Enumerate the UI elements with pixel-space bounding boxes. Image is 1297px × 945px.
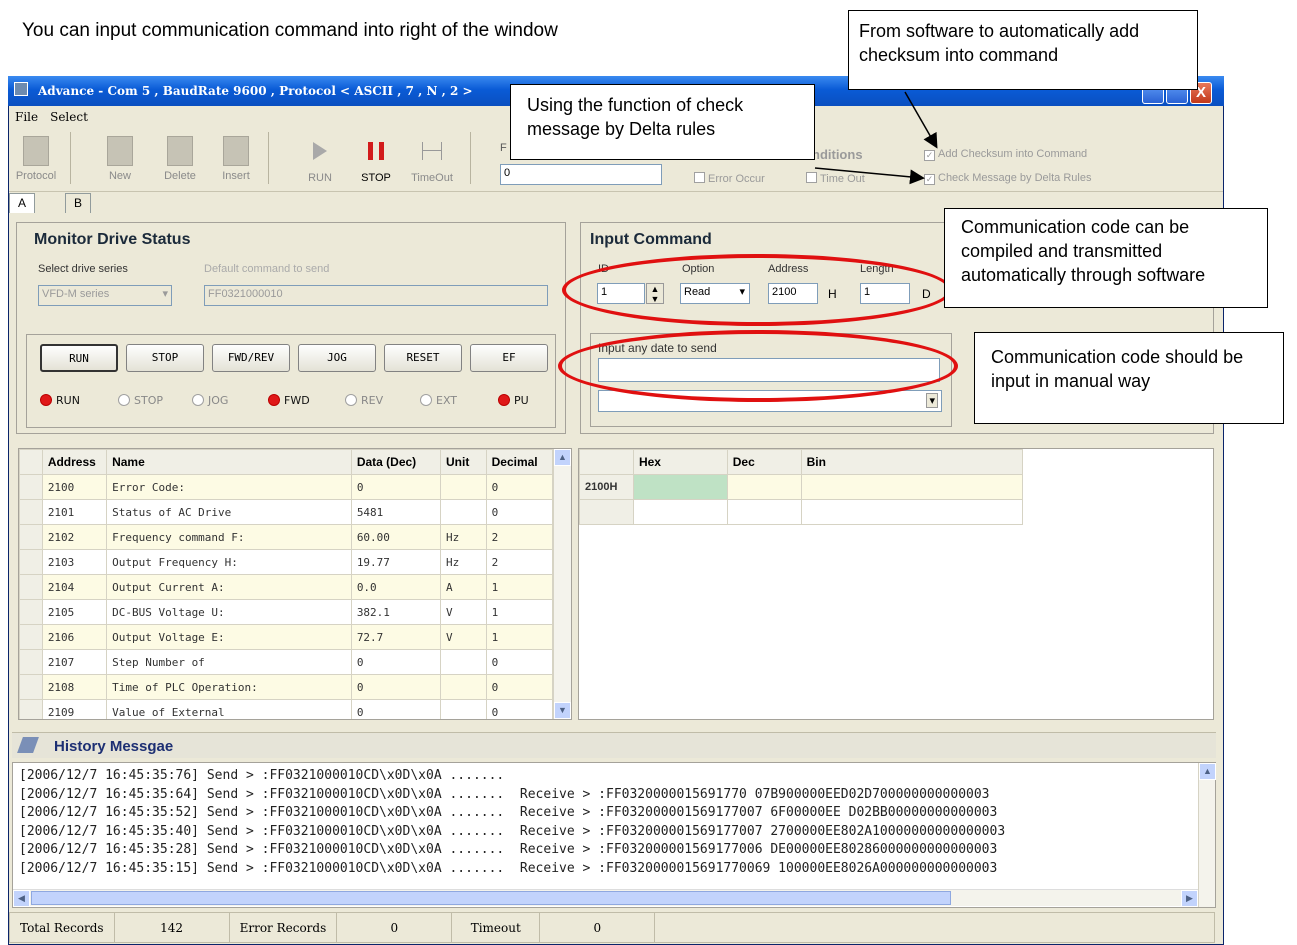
annotation-arrows bbox=[814, 91, 938, 185]
arrow-to-checksum bbox=[904, 91, 938, 149]
arrow-to-check-message bbox=[814, 167, 925, 185]
